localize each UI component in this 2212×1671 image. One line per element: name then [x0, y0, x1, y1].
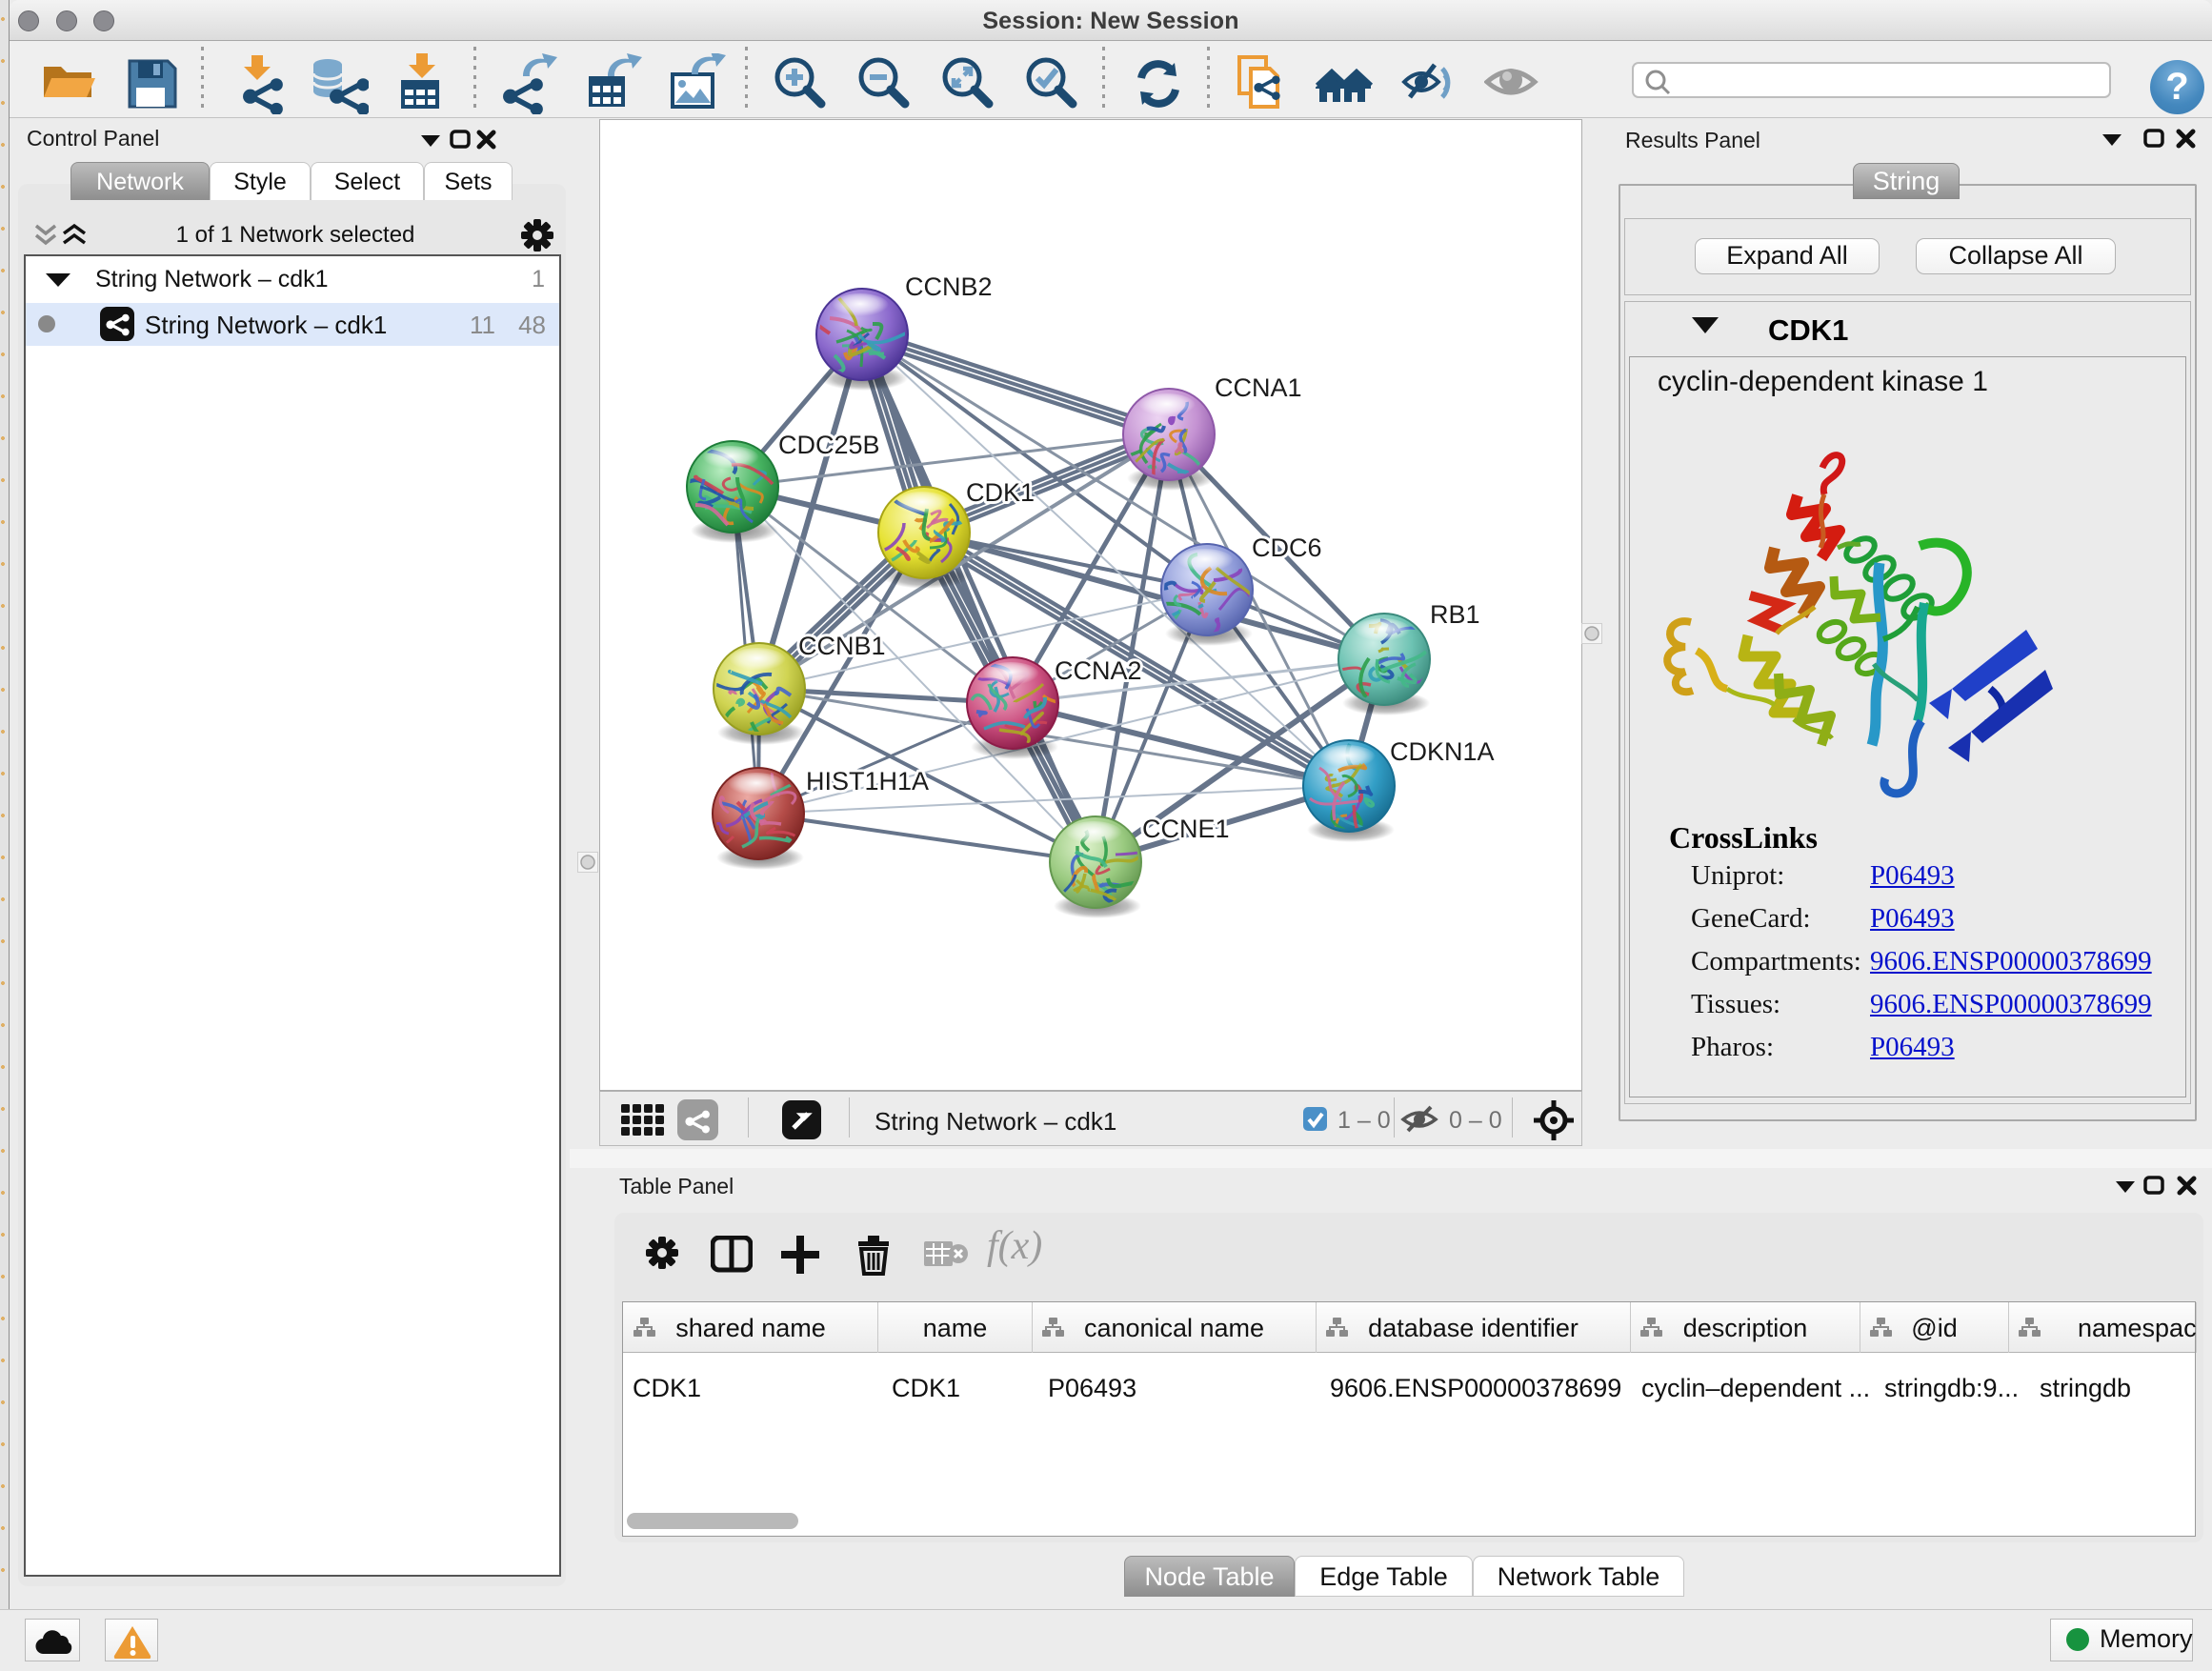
svg-text:HIST1H1A: HIST1H1A: [806, 767, 929, 795]
svg-text:CDC25B: CDC25B: [778, 431, 880, 459]
svg-text:CCNB1: CCNB1: [798, 632, 886, 660]
svg-text:RB1: RB1: [1430, 600, 1480, 629]
svg-text:CCNA1: CCNA1: [1215, 373, 1302, 402]
svg-text:CDKN1A: CDKN1A: [1390, 737, 1495, 766]
svg-text:CCNA2: CCNA2: [1055, 656, 1142, 685]
svg-text:CDC6: CDC6: [1252, 534, 1322, 562]
svg-text:CDK1: CDK1: [966, 478, 1035, 507]
svg-text:CCNE1: CCNE1: [1142, 815, 1230, 843]
svg-text:CCNB2: CCNB2: [905, 272, 993, 301]
